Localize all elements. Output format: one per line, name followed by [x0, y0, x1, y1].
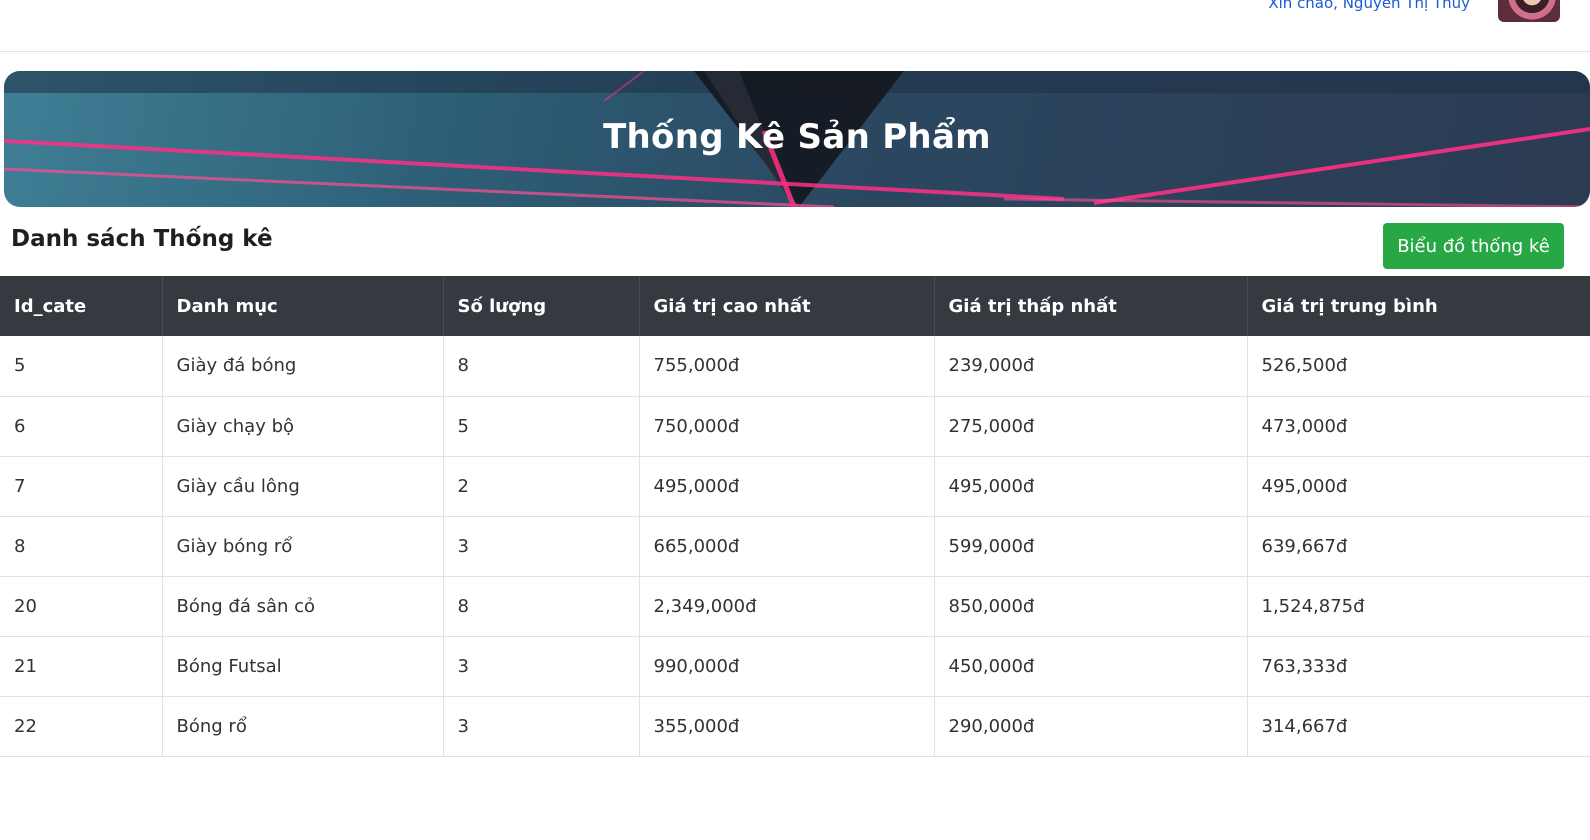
user-avatar[interactable] [1498, 0, 1560, 22]
cell-max-value: 990,000đ [639, 636, 935, 697]
cell-id-cate: 5 [0, 336, 163, 397]
column-header-id-cate: Id_cate [0, 276, 163, 336]
cell-quantity: 3 [443, 636, 640, 697]
cell-category: Bóng rổ [162, 696, 444, 757]
cell-min-value: 450,000đ [934, 636, 1248, 697]
cell-quantity: 2 [443, 456, 640, 517]
cell-avg-value: 473,000đ [1247, 396, 1590, 457]
table-row: 20 Bóng đá sân cỏ 8 2,349,000đ 850,000đ … [0, 576, 1590, 637]
table-header: Id_cate Danh mục Số lượng Giá trị cao nh… [0, 276, 1590, 336]
column-header-quantity: Số lượng [443, 276, 640, 336]
table-body: 5 Giày đá bóng 8 755,000đ 239,000đ 526,5… [0, 336, 1590, 757]
cell-avg-value: 526,500đ [1247, 336, 1590, 397]
cell-category: Giày đá bóng [162, 336, 444, 397]
column-header-min-value: Giá trị thấp nhất [934, 276, 1248, 336]
cell-min-value: 599,000đ [934, 516, 1248, 577]
cell-max-value: 2,349,000đ [639, 576, 935, 637]
cell-category: Bóng Futsal [162, 636, 444, 697]
cell-max-value: 750,000đ [639, 396, 935, 457]
statistics-table: Id_cate Danh mục Số lượng Giá trị cao nh… [0, 276, 1590, 757]
column-header-max-value: Giá trị cao nhất [639, 276, 935, 336]
cell-id-cate: 7 [0, 456, 163, 517]
cell-id-cate: 6 [0, 396, 163, 457]
page-banner: Thống Kê Sản Phẩm [4, 71, 1590, 207]
cell-category: Giày cầu lông [162, 456, 444, 517]
cell-category: Bóng đá sân cỏ [162, 576, 444, 637]
cell-min-value: 850,000đ [934, 576, 1248, 637]
user-link[interactable]: Xin chào, Nguyễn Thị Thùy [1268, 0, 1470, 12]
cell-avg-value: 495,000đ [1247, 456, 1590, 517]
cell-category: Giày chạy bộ [162, 396, 444, 457]
table-row: 8 Giày bóng rổ 3 665,000đ 599,000đ 639,6… [0, 516, 1590, 577]
table-row: 22 Bóng rổ 3 355,000đ 290,000đ 314,667đ [0, 696, 1590, 757]
cell-id-cate: 22 [0, 696, 163, 757]
cell-min-value: 275,000đ [934, 396, 1248, 457]
cell-avg-value: 314,667đ [1247, 696, 1590, 757]
table-row: 6 Giày chạy bộ 5 750,000đ 275,000đ 473,0… [0, 396, 1590, 457]
cell-quantity: 3 [443, 516, 640, 577]
cell-quantity: 8 [443, 576, 640, 637]
cell-category: Giày bóng rổ [162, 516, 444, 577]
cell-id-cate: 21 [0, 636, 163, 697]
column-header-avg-value: Giá trị trung bình [1247, 276, 1590, 336]
section-title: Danh sách Thống kê [11, 226, 273, 252]
table-row: 5 Giày đá bóng 8 755,000đ 239,000đ 526,5… [0, 336, 1590, 397]
cell-quantity: 5 [443, 396, 640, 457]
cell-avg-value: 763,333đ [1247, 636, 1590, 697]
cell-max-value: 355,000đ [639, 696, 935, 757]
column-header-category: Danh mục [162, 276, 444, 336]
cell-avg-value: 1,524,875đ [1247, 576, 1590, 637]
cell-id-cate: 8 [0, 516, 163, 577]
cell-avg-value: 639,667đ [1247, 516, 1590, 577]
page-title: Thống Kê Sản Phẩm [603, 117, 991, 157]
cell-max-value: 495,000đ [639, 456, 935, 517]
cell-id-cate: 20 [0, 576, 163, 637]
table-row: 21 Bóng Futsal 3 990,000đ 450,000đ 763,3… [0, 636, 1590, 697]
table-row: 7 Giày cầu lông 2 495,000đ 495,000đ 495,… [0, 456, 1590, 517]
cell-min-value: 495,000đ [934, 456, 1248, 517]
top-navbar: Xin chào, Nguyễn Thị Thùy [0, 0, 1590, 52]
cell-quantity: 8 [443, 336, 640, 397]
cell-quantity: 3 [443, 696, 640, 757]
cell-min-value: 290,000đ [934, 696, 1248, 757]
cell-max-value: 665,000đ [639, 516, 935, 577]
chart-statistics-button[interactable]: Biểu đồ thống kê [1383, 223, 1564, 269]
cell-min-value: 239,000đ [934, 336, 1248, 397]
cell-max-value: 755,000đ [639, 336, 935, 397]
